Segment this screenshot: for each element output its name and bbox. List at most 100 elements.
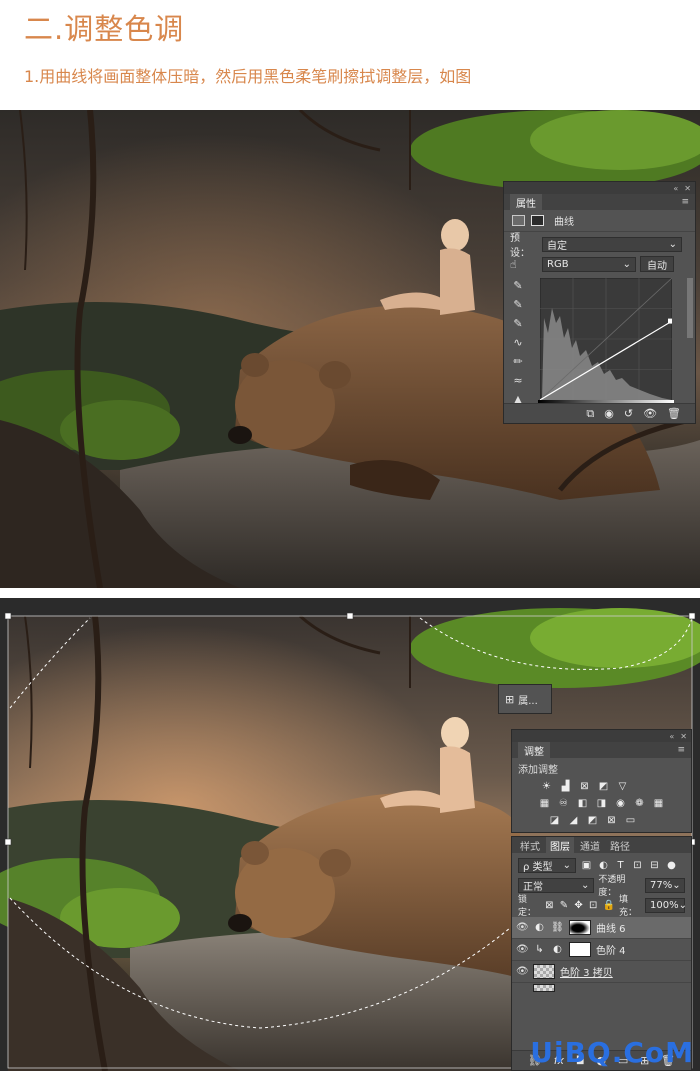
lock-move-icon[interactable]: ✥ — [573, 899, 584, 912]
visibility-eye-icon[interactable]: 👁 — [516, 944, 529, 955]
black-white-icon[interactable]: ◨ — [595, 797, 608, 810]
brightness-icon[interactable]: ☀ — [540, 780, 553, 793]
layer-row[interactable] — [512, 983, 691, 993]
curves-graph[interactable] — [540, 278, 672, 400]
channel-select[interactable]: RGB ⌄ — [542, 256, 636, 272]
exposure-icon[interactable]: ◩ — [597, 780, 610, 793]
tab-properties[interactable]: 属性 — [510, 193, 542, 211]
tab-styles[interactable]: 样式 — [516, 837, 544, 854]
close-icon[interactable]: ✕ — [684, 184, 691, 193]
adjustment-icon-row-3: ◪ ◢ ◩ ⊠ ▭ — [512, 810, 691, 827]
tab-paths[interactable]: 路径 — [606, 837, 634, 854]
view-previous-icon[interactable]: ◉ — [604, 407, 614, 420]
curves-adjustment-icon[interactable] — [512, 215, 525, 226]
filter-shape-icon[interactable]: ⊡ — [631, 859, 644, 872]
mask-icon[interactable] — [531, 215, 544, 226]
clip-to-layer-icon[interactable]: ⧉ — [586, 407, 594, 421]
curve-point-tool-icon[interactable]: ∿ — [513, 336, 522, 349]
eyedropper-white-icon[interactable]: ✎ — [513, 317, 522, 330]
tab-channels[interactable]: 通道 — [576, 837, 604, 854]
screenshot-before: « ✕ 属性 ≡ 曲线 预设： 自定 ⌄ ☝ RGB ⌄ 自动 ✎ ✎ ✎ ∿ … — [0, 110, 700, 588]
auto-button[interactable]: 自动 — [640, 256, 674, 272]
delete-icon[interactable]: 🗑 — [667, 407, 681, 420]
channel-value: RGB — [547, 258, 569, 270]
layer-thumbnail[interactable] — [533, 984, 555, 992]
lock-row: 锁定： ⊠ ✎ ✥ ⊡ 🔒 填充： 100% ⌄ — [512, 895, 691, 918]
threshold-icon[interactable]: ◩ — [586, 814, 599, 827]
site-watermark: UiBQ.CoM — [530, 1036, 694, 1069]
eyedropper-gray-icon[interactable]: ✎ — [513, 298, 522, 311]
visibility-eye-icon[interactable]: 👁 — [516, 922, 529, 933]
adjustments-subtitle: 添加调整 — [518, 765, 558, 776]
tab-adjustments[interactable]: 调整 — [518, 741, 550, 759]
adjustment-layer-icon: ◐ — [553, 944, 562, 955]
panel-menu-icon[interactable]: ≡ — [677, 745, 685, 755]
fill-value: 100% — [649, 899, 679, 911]
layer-name[interactable]: 曲线 6 — [596, 920, 626, 935]
scrollbar[interactable] — [687, 278, 693, 338]
hue-saturation-icon[interactable]: ♾ — [557, 797, 570, 810]
layer-row[interactable]: 👁 色阶 3 拷贝 — [512, 961, 691, 983]
lock-all-icon[interactable]: 🔒 — [602, 899, 614, 912]
hand-adjust-icon[interactable]: ☝ — [510, 258, 538, 271]
layer-mask-thumbnail[interactable] — [569, 920, 591, 935]
filter-adjustment-icon[interactable]: ◐ — [597, 859, 610, 872]
layer-row[interactable]: 👁 ◐ ⛓ 曲线 6 — [512, 917, 691, 939]
layer-mask-thumbnail[interactable] — [569, 942, 591, 957]
fill-field[interactable]: 100% ⌄ — [644, 897, 687, 913]
lock-transparent-icon[interactable]: ⊠ — [544, 899, 555, 912]
collapsed-properties-panel[interactable]: ⊞ 属... — [498, 684, 552, 714]
adjustments-panel: « ✕ 调整 ≡ 添加调整 ☀ ▟ ⊠ ◩ ▽ ▦ ♾ ◧ ◨ ◉ ❁ ▦ ◪ … — [511, 729, 692, 833]
levels-icon[interactable]: ▟ — [559, 780, 572, 793]
layer-name[interactable]: 色阶 4 — [596, 942, 626, 957]
step-instruction: 1.用曲线将画面整体压暗，然后用黑色柔笔刷擦拭调整层，如图 — [24, 67, 472, 86]
eyedropper-black-icon[interactable]: ✎ — [513, 279, 522, 292]
filter-type-select[interactable]: ρ 类型 ⌄ — [518, 857, 576, 873]
filter-pixel-icon[interactable]: ▣ — [580, 859, 593, 872]
gradient-map-icon[interactable]: ▭ — [624, 814, 637, 827]
channel-row: ☝ RGB ⌄ 自动 — [504, 254, 695, 274]
pencil-tool-icon[interactable]: ✏ — [513, 355, 522, 368]
lock-paint-icon[interactable]: ✎ — [559, 899, 570, 912]
layer-name[interactable]: 色阶 3 拷贝 — [560, 964, 613, 979]
adjustment-layer-icon: ◐ — [535, 922, 544, 933]
adjustment-icon-row-1: ☀ ▟ ⊠ ◩ ▽ — [512, 779, 691, 793]
layer-row[interactable]: 👁 ↳ ◐ 色阶 4 — [512, 939, 691, 961]
color-balance-icon[interactable]: ◧ — [576, 797, 589, 810]
lock-artboard-icon[interactable]: ⊡ — [588, 899, 599, 912]
layer-thumbnail[interactable] — [533, 964, 555, 979]
filter-type-icon[interactable]: T — [614, 859, 627, 872]
collapse-icon[interactable]: « — [673, 184, 678, 193]
vibrance-icon[interactable]: ▦ — [538, 797, 551, 810]
panel-menu-icon[interactable]: ≡ — [681, 197, 689, 207]
invert-icon[interactable]: ◪ — [548, 814, 561, 827]
chevron-down-icon: ⌄ — [672, 879, 681, 891]
panel-tabrow: 属性 ≡ — [504, 193, 695, 211]
selective-color-icon[interactable]: ⊠ — [605, 814, 618, 827]
properties-icon: ⊞ — [505, 692, 515, 706]
posterize-icon[interactable]: ◢ — [567, 814, 580, 827]
photo-filter-icon[interactable]: ◉ — [614, 797, 627, 810]
reset-icon[interactable]: ↺ — [624, 407, 633, 420]
lock-label: 锁定： — [518, 895, 537, 918]
channel-mixer-icon[interactable]: ❁ — [633, 797, 646, 810]
screenshot-after: ⊞ 属... « ✕ 调整 ≡ 添加调整 ☀ ▟ ⊠ ◩ ▽ ▦ ♾ ◧ ◨ ◉… — [0, 598, 700, 1071]
close-icon[interactable]: ✕ — [680, 732, 687, 741]
preset-select[interactable]: 自定 ⌄ — [542, 236, 682, 252]
opacity-field[interactable]: 77% ⌄ — [645, 877, 685, 893]
chevron-down-icon: ⌄ — [580, 879, 590, 891]
layers-tabs: 样式 图层 通道 路径 — [512, 836, 691, 854]
color-lookup-icon[interactable]: ▦ — [652, 797, 665, 810]
curves-icon[interactable]: ⊠ — [578, 780, 591, 793]
curve-control-point[interactable] — [668, 318, 672, 324]
tab-layers[interactable]: 图层 — [546, 836, 574, 854]
collapse-icon[interactable]: « — [669, 732, 674, 741]
visibility-icon[interactable]: 👁 — [643, 407, 657, 420]
filter-toggle-icon[interactable]: ● — [665, 859, 678, 872]
filter-smart-icon[interactable]: ⊟ — [648, 859, 661, 872]
preset-value: 自定 — [547, 240, 567, 252]
blend-mode-select[interactable]: 正常 ⌄ — [518, 877, 595, 893]
smooth-icon[interactable]: ≈ — [513, 374, 522, 387]
triangle-icon[interactable]: ▽ — [616, 780, 629, 793]
visibility-eye-icon[interactable]: 👁 — [516, 966, 529, 977]
